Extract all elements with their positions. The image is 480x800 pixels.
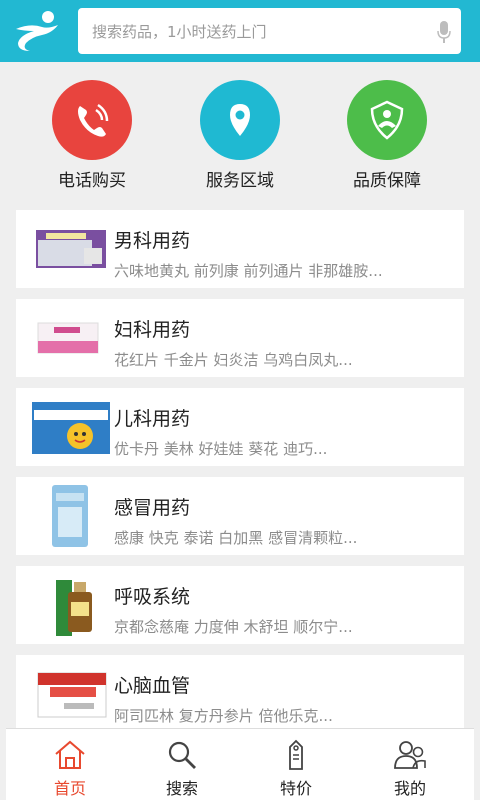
- category-title: 男科用药: [114, 230, 191, 252]
- product-thumbnail: [28, 574, 112, 636]
- tab-search[interactable]: 搜索: [142, 739, 222, 799]
- category-title: 妇科用药: [114, 319, 191, 341]
- product-thumbnail: [28, 485, 112, 547]
- tab-label: 我的: [393, 779, 426, 798]
- product-thumbnail: [28, 218, 112, 280]
- category-list: 男科用药 六味地黄丸 前列康 前列通片 非那雄胺... 妇科用药 花红片 千金片…: [16, 210, 464, 744]
- product-thumbnail: [28, 307, 112, 369]
- category-title: 感冒用药: [114, 497, 191, 519]
- category-examples: 六味地黄丸 前列康 前列通片 非那雄胺...: [114, 262, 383, 280]
- phone-icon: [52, 80, 132, 160]
- tab-label: 首页: [53, 779, 86, 798]
- quick-actions: 电话购买 服务区域 品质保障: [0, 62, 480, 200]
- bottom-tab-bar: 首页 搜索 特价 我的: [6, 728, 474, 800]
- quick-action-phone-purchase[interactable]: 电话购买: [32, 80, 152, 191]
- category-examples: 阿司匹林 复方丹参片 倍他乐克...: [114, 707, 333, 725]
- tab-label: 特价: [279, 779, 312, 798]
- category-item-cold-medicine[interactable]: 感冒用药 感康 快克 泰诺 白加黑 感冒清颗粒...: [16, 477, 464, 555]
- top-bar: 搜索药品，1小时送药上门: [0, 0, 480, 62]
- app-logo-icon[interactable]: [12, 9, 62, 53]
- quick-action-label: 品质保障: [353, 171, 421, 191]
- quick-action-service-area[interactable]: 服务区域: [180, 80, 300, 191]
- product-thumbnail: [28, 663, 112, 725]
- product-thumbnail: [28, 396, 112, 458]
- category-title: 儿科用药: [114, 408, 191, 430]
- category-item-cardiovascular[interactable]: 心脑血管 阿司匹林 复方丹参片 倍他乐克...: [16, 655, 464, 733]
- category-item-pediatric-medicine[interactable]: 儿科用药 优卡丹 美林 好娃娃 葵花 迪巧...: [16, 388, 464, 466]
- user-icon: [394, 741, 426, 769]
- quick-action-label: 电话购买: [58, 171, 126, 191]
- search-placeholder: 搜索药品，1小时送药上门: [92, 23, 267, 41]
- quick-action-label: 服务区域: [206, 171, 274, 191]
- category-examples: 感康 快克 泰诺 白加黑 感冒清颗粒...: [114, 529, 358, 547]
- category-item-mens-medicine[interactable]: 男科用药 六味地黄丸 前列康 前列通片 非那雄胺...: [16, 210, 464, 288]
- tab-specials[interactable]: 特价: [256, 739, 336, 799]
- category-item-respiratory-system[interactable]: 呼吸系统 京都念慈庵 力度伸 木舒坦 顺尔宁...: [16, 566, 464, 644]
- tab-home[interactable]: 首页: [30, 739, 110, 799]
- quick-action-quality-guarantee[interactable]: 品质保障: [327, 80, 447, 191]
- category-title: 呼吸系统: [114, 586, 191, 608]
- quality-badge-icon: [347, 80, 427, 160]
- tab-label: 搜索: [165, 779, 198, 798]
- search-input[interactable]: 搜索药品，1小时送药上门: [78, 8, 461, 54]
- price-tag-icon: [289, 739, 303, 770]
- microphone-icon[interactable]: [437, 20, 451, 44]
- category-item-womens-medicine[interactable]: 妇科用药 花红片 千金片 妇炎洁 乌鸡白凤丸...: [16, 299, 464, 377]
- search-icon: [168, 741, 196, 769]
- category-title: 心脑血管: [114, 675, 191, 697]
- category-examples: 京都念慈庵 力度伸 木舒坦 顺尔宁...: [114, 618, 353, 636]
- home-icon: [55, 740, 85, 769]
- location-pin-icon: [200, 80, 280, 160]
- tab-mine[interactable]: 我的: [370, 739, 450, 799]
- category-examples: 优卡丹 美林 好娃娃 葵花 迪巧...: [114, 440, 328, 458]
- category-examples: 花红片 千金片 妇炎洁 乌鸡白凤丸...: [114, 351, 353, 369]
